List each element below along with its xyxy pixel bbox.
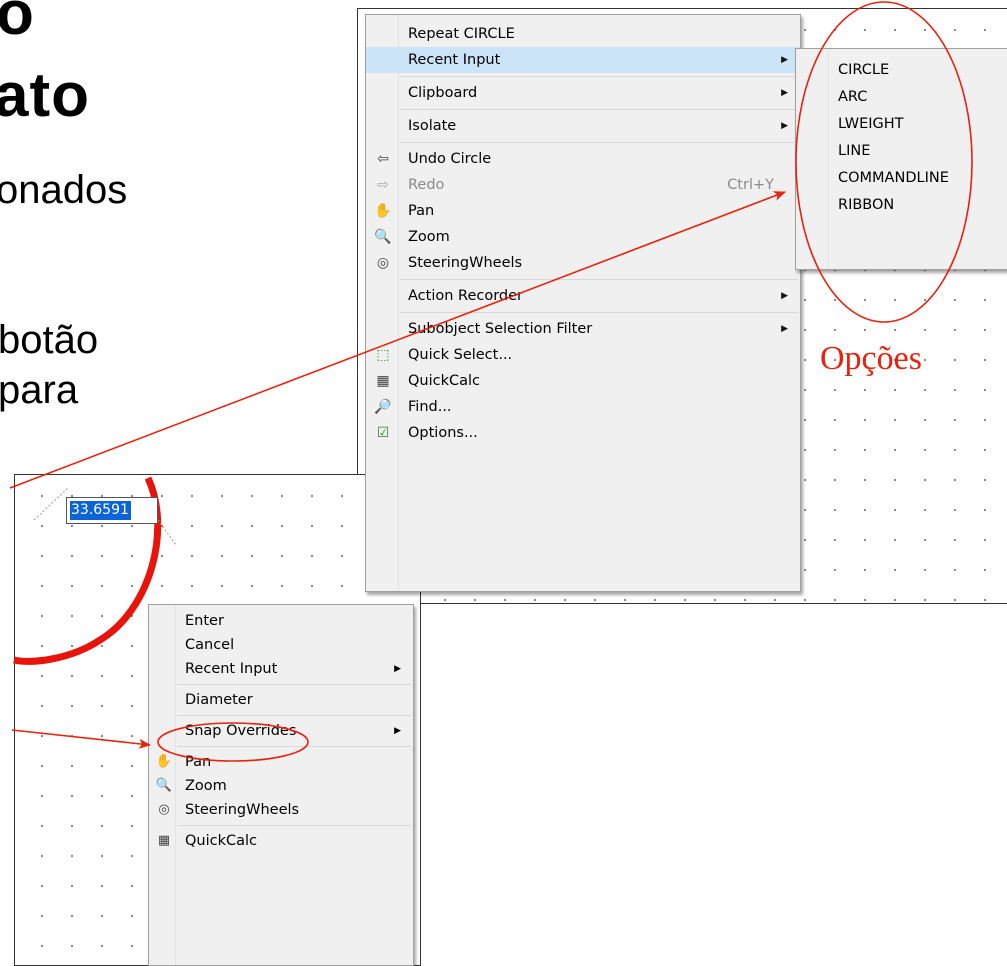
arrow-to-diameter [11, 729, 151, 749]
submenu-highlight-ellipse [795, 1, 973, 323]
arrow-to-recent-input [9, 191, 786, 489]
diameter-highlight-ellipse [157, 722, 309, 762]
annotation-overlay [9, 1, 973, 762]
